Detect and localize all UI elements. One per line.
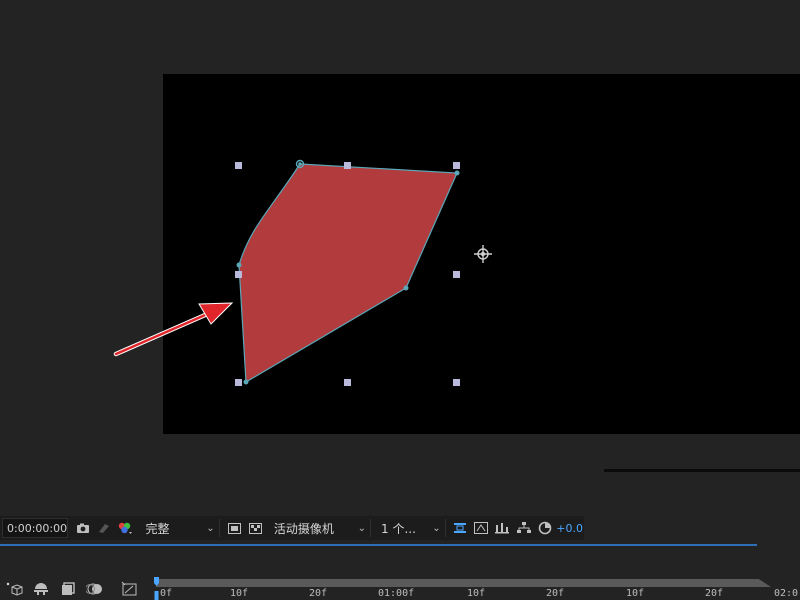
camera-select[interactable]: 活动摄像机 ⌄ (269, 519, 372, 537)
ruler-tick: 10f (626, 588, 645, 599)
ruler-tick: 20f (309, 588, 328, 599)
reset-exposure-icon[interactable] (534, 516, 555, 540)
chevron-down-icon: ⌄ (432, 522, 441, 534)
handle-bottom-center (344, 379, 351, 386)
views-select[interactable]: 1 个... ⌄ (377, 519, 446, 537)
red-polygon-shape[interactable] (238, 163, 458, 384)
frame-blend-icon[interactable] (54, 582, 81, 596)
toggle-mask-icon[interactable] (224, 516, 245, 540)
anchor-point-icon[interactable] (474, 245, 492, 263)
vertex-point (243, 379, 249, 385)
vertex-point (298, 162, 302, 166)
vertex-point (454, 170, 460, 176)
current-time-display[interactable]: 0:00:00:00 (2, 518, 69, 538)
exposure-value[interactable]: +0.0 (555, 516, 584, 540)
ruler-tick: 20f (705, 588, 724, 599)
handle-top-center (344, 162, 351, 169)
playhead-marker[interactable] (154, 577, 159, 600)
time-navigator-bar[interactable] (156, 579, 771, 587)
handle-middle-left (235, 271, 242, 278)
timeline-icon[interactable] (471, 516, 492, 540)
resolution-select[interactable]: 完整 ⌄ (141, 519, 220, 537)
panel-divider (604, 469, 800, 472)
ruler-tick: 0f (160, 588, 173, 599)
chevron-down-icon: ⌄ (357, 522, 367, 534)
ruler-tick: 20f (546, 588, 565, 599)
viewer-overlay (113, 159, 492, 386)
handle-middle-right (453, 271, 460, 278)
ruler-tick: 01:00f (378, 588, 415, 599)
viewer-toolbar: 0:00:00:00 完整 ⌄ 活动摄像机 ⌄ 1 个... ⌄ +0.0 (0, 516, 584, 540)
flowchart-icon[interactable] (492, 516, 513, 540)
handle-bottom-left (235, 379, 242, 386)
shy-layers-icon[interactable] (27, 582, 54, 596)
handle-bottom-right (453, 379, 460, 386)
vertex-point (236, 262, 242, 268)
composition-flowchart-icon[interactable] (513, 516, 534, 540)
ruler-tick: 10f (467, 588, 486, 599)
vertex-point (403, 285, 409, 291)
resolution-value: 完整 (145, 521, 170, 536)
graph-editor-icon[interactable] (116, 581, 143, 597)
camera-snapshot-icon[interactable] (72, 516, 93, 540)
show-snapshot-icon[interactable] (93, 516, 114, 540)
handle-top-right (453, 162, 460, 169)
views-value: 1 个... (381, 521, 416, 536)
timecode-text: 0:00:00:00 (7, 521, 68, 535)
chevron-down-icon: ⌄ (206, 522, 215, 534)
draft-3d-icon[interactable] (0, 581, 27, 597)
transparency-grid-icon[interactable] (245, 516, 266, 540)
work-area-bar[interactable] (0, 544, 757, 546)
composition-viewer[interactable] (0, 0, 800, 512)
camera-value: 活动摄像机 (273, 521, 334, 536)
ruler-tick: 02:0 (774, 588, 799, 599)
handle-top-left (235, 162, 242, 169)
ruler-tick: 10f (230, 588, 249, 599)
fast-preview-icon[interactable] (450, 516, 471, 540)
motion-blur-icon[interactable] (81, 582, 108, 596)
color-channel-icon[interactable] (114, 516, 135, 540)
timeline-controls (0, 578, 143, 600)
annotation-arrow-icon (113, 302, 234, 357)
